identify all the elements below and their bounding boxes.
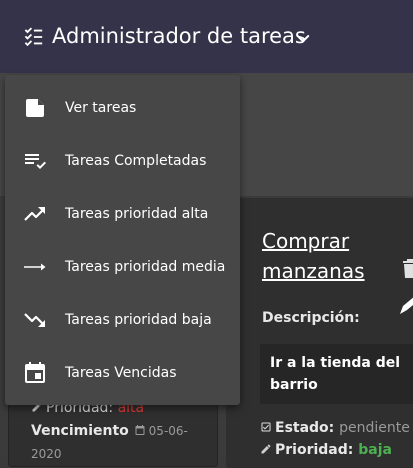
menu-item-prioridad-alta[interactable]: Tareas prioridad alta	[5, 187, 240, 240]
status-label: Estado:	[275, 420, 335, 436]
task-title-link[interactable]: Comprar manzanas	[262, 226, 392, 286]
edit-pen-icon[interactable]	[400, 296, 413, 314]
menu-item-label: Tareas Vencidas	[65, 364, 177, 381]
trending-down-icon	[24, 312, 45, 327]
due-year: 2020	[31, 447, 62, 461]
due-row: Vencimiento 05-06-	[31, 423, 188, 439]
description-box: Ir a la tienda del barrio	[260, 344, 413, 404]
status-value: pendiente	[339, 420, 410, 436]
menu-item-tareas-vencidas[interactable]: Tareas Vencidas	[5, 346, 240, 399]
note-icon	[26, 98, 44, 117]
checklist-icon[interactable]	[22, 26, 44, 48]
due-label: Vencimiento	[31, 423, 129, 439]
arrow-right-icon	[24, 263, 46, 270]
menu-item-prioridad-baja[interactable]: Tareas prioridad baja	[5, 293, 240, 346]
calendar-small-icon	[135, 425, 145, 435]
task-card: Comprar manzanas Descripción: Ir a la ti…	[226, 198, 413, 468]
menu-item-label: Tareas Completadas	[65, 152, 207, 169]
menu-item-label: Tareas prioridad media	[65, 258, 226, 275]
menu-item-label: Tareas prioridad baja	[65, 311, 212, 328]
description-text: Ir a la tienda del barrio	[270, 355, 401, 393]
playlist-check-icon	[25, 153, 46, 169]
trash-icon[interactable]	[402, 258, 413, 278]
priority-row: Prioridad: baja	[260, 442, 392, 458]
calendar-icon	[25, 361, 45, 383]
priority-label: Prioridad:	[275, 442, 354, 458]
status-row: Estado: pendiente	[260, 420, 410, 436]
priority-value: baja	[358, 442, 392, 458]
edit-icon	[261, 444, 271, 454]
menu-item-prioridad-media[interactable]: Tareas prioridad media	[5, 240, 240, 293]
menu-item-label: Tareas prioridad alta	[65, 205, 209, 222]
app-header: Administrador de tareas	[0, 0, 413, 73]
trending-up-icon	[24, 206, 45, 221]
menu-item-ver-tareas[interactable]: Ver tareas	[5, 81, 240, 134]
description-label: Descripción:	[262, 310, 360, 326]
tasks-dropdown-menu: Ver tareas Tareas Completadas Tareas pri…	[5, 75, 240, 405]
menu-item-label: Ver tareas	[65, 99, 137, 116]
check-box-icon	[261, 422, 271, 432]
menu-item-tareas-completadas[interactable]: Tareas Completadas	[5, 134, 240, 187]
app-title[interactable]: Administrador de tareas	[52, 24, 306, 48]
chevron-down-icon[interactable]	[294, 30, 312, 48]
due-date: 05-06-	[148, 424, 188, 438]
